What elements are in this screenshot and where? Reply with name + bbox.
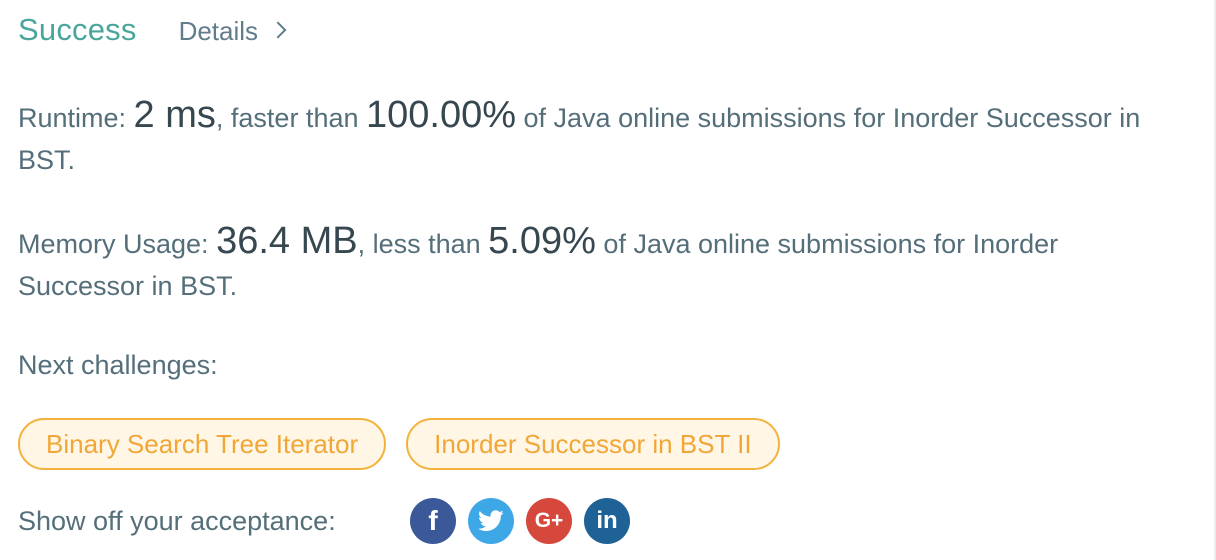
runtime-mid: , faster than [215, 103, 366, 133]
memory-percent: 5.09% [488, 220, 596, 262]
social-buttons: f G+ in [410, 498, 630, 544]
status-label: Success [18, 12, 137, 47]
share-label: Show off your acceptance: [18, 505, 336, 536]
details-label: Details [178, 16, 259, 46]
twitter-bird-icon [478, 510, 504, 531]
chevron-right-icon [269, 21, 287, 38]
share-row: Show off your acceptance: f G+ in [18, 498, 630, 544]
runtime-value: 2 ms [133, 94, 216, 136]
google-plus-icon[interactable]: G+ [526, 498, 572, 544]
twitter-icon[interactable] [468, 498, 514, 544]
runtime-stat: Runtime: 2 ms, faster than 100.00% of Ja… [18, 94, 1158, 181]
challenge-binary-search-tree-iterator[interactable]: Binary Search Tree Iterator [18, 418, 387, 470]
result-header: Success Details [18, 12, 287, 48]
runtime-label: Runtime: [18, 103, 134, 133]
memory-stat: Memory Usage: 36.4 MB, less than 5.09% o… [18, 220, 1158, 307]
next-challenges-label: Next challenges: [18, 350, 218, 380]
memory-label: Memory Usage: [18, 229, 217, 259]
facebook-icon[interactable]: f [410, 498, 456, 544]
memory-mid: , less than [357, 229, 489, 259]
runtime-percent: 100.00% [366, 94, 517, 136]
linkedin-icon[interactable]: in [584, 498, 630, 544]
memory-value: 36.4 MB [216, 220, 358, 262]
challenge-inorder-successor-in-bst-ii[interactable]: Inorder Successor in BST II [406, 418, 780, 470]
details-link[interactable]: Details [178, 16, 287, 47]
next-challenges-list: Binary Search Tree Iterator Inorder Succ… [18, 418, 780, 470]
